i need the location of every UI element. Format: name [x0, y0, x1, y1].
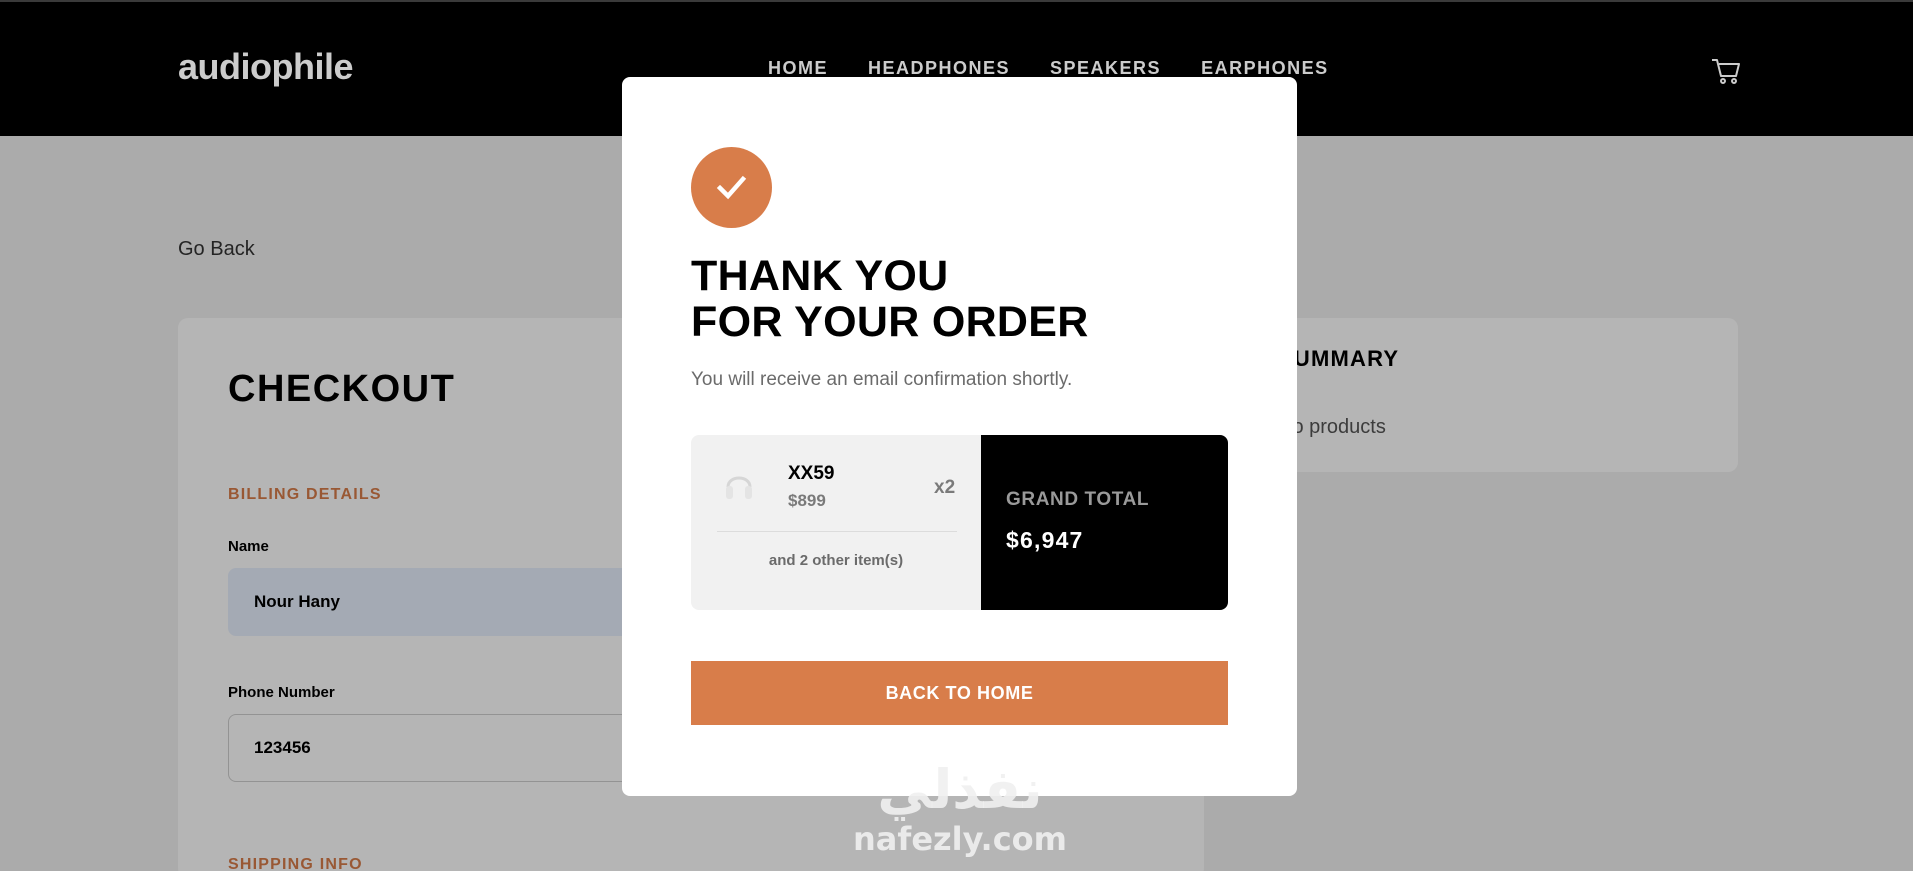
grand-total-label: GRAND TOTAL [1006, 489, 1150, 510]
grand-total-panel: GRAND TOTAL $6,947 [981, 435, 1228, 610]
other-items-toggle[interactable]: and 2 other item(s) [691, 552, 981, 569]
modal-title-line2: FOR YOUR ORDER [691, 298, 1089, 346]
item-name: XX59 [788, 463, 835, 484]
order-summary-box: XX59 $899 x2 and 2 other item(s) GRAND T… [691, 435, 1228, 610]
watermark-latin: nafezly.com [853, 820, 1067, 858]
item-quantity: x2 [934, 477, 956, 498]
order-items-panel: XX59 $899 x2 and 2 other item(s) [691, 435, 981, 610]
modal-title-line1: THANK YOU [691, 252, 949, 300]
grand-total-value: $6,947 [1006, 527, 1084, 553]
item-price: $899 [788, 491, 826, 510]
modal-title: THANK YOU FOR YOUR ORDER [691, 253, 1089, 345]
items-divider [717, 531, 957, 532]
modal-subtitle: You will receive an email confirmation s… [691, 369, 1073, 390]
product-thumbnail [723, 469, 755, 505]
success-check-icon [691, 147, 772, 228]
order-confirmation-modal: THANK YOU FOR YOUR ORDER You will receiv… [622, 77, 1297, 796]
watermark-arabic: نفذلي [877, 758, 1043, 821]
watermark: نفذلي nafezly.com [840, 758, 1080, 859]
back-to-home-button[interactable]: BACK TO HOME [691, 661, 1228, 725]
